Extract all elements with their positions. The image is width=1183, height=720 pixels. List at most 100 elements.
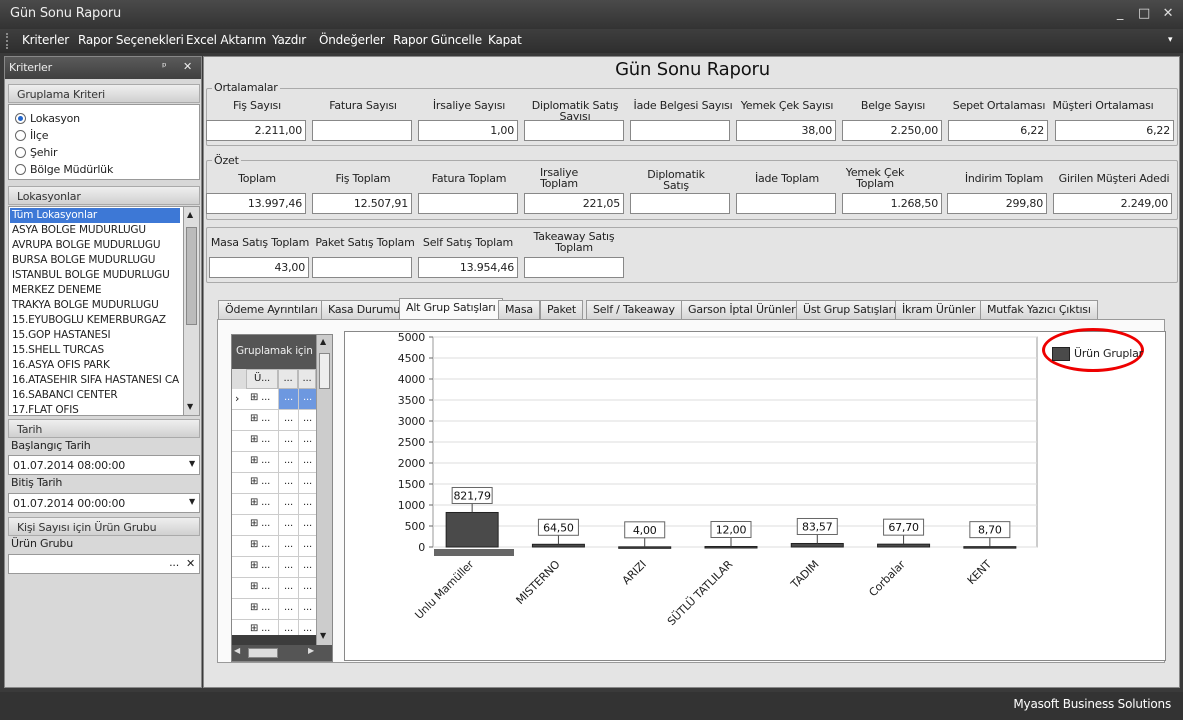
value-field[interactable]: 43,00 [209, 257, 309, 278]
table-cell[interactable]: ... [278, 494, 298, 514]
tab-mutfak-yazici[interactable]: Mutfak Yazıcı Çıktısı [980, 300, 1098, 319]
table-cell[interactable]: ... [278, 389, 298, 409]
table-row[interactable]: ⊞ ......... [232, 620, 316, 635]
value-field[interactable]: 12.507,91 [312, 193, 412, 214]
table-cell[interactable]: ... [298, 620, 316, 635]
menu-ondegerler[interactable]: Öndeğerler [319, 33, 385, 47]
data-grid[interactable]: Gruplamak için l Ü... ... ... › ⊞ .......… [231, 334, 333, 662]
expand-icon[interactable]: ⊞ ... [250, 581, 270, 592]
table-row[interactable]: › ⊞ ......... [232, 389, 316, 410]
table-cell[interactable]: ... [298, 536, 316, 556]
list-item[interactable]: Tüm Lokasyonlar [10, 208, 180, 223]
grid-hscrollbar[interactable]: ◀ ▶ [232, 645, 332, 661]
grid-header-cell[interactable]: ... [298, 369, 316, 389]
close-button[interactable]: ✕ [1159, 5, 1177, 23]
table-cell[interactable]: ... [278, 452, 298, 472]
scroll-thumb[interactable] [248, 648, 278, 658]
expand-icon[interactable]: ⊞ ... [250, 413, 270, 424]
table-cell[interactable]: ... [298, 389, 316, 409]
value-field[interactable]: 1,00 [418, 120, 518, 141]
table-cell[interactable]: ... [278, 578, 298, 598]
list-item[interactable]: 16.ATASEHIR SIFA HASTANESI CA [10, 373, 180, 388]
expand-icon[interactable]: ⊞ ... [250, 518, 270, 529]
list-item[interactable]: BURSA BOLGE MUDURLUGU [10, 253, 180, 268]
minimize-button[interactable]: _ [1111, 5, 1129, 23]
table-cell[interactable]: ... [278, 515, 298, 535]
menu-kapat[interactable]: Kapat [488, 33, 522, 47]
value-field[interactable]: 6,22 [948, 120, 1048, 141]
value-field[interactable] [630, 193, 730, 214]
list-item[interactable]: ISTANBUL BOLGE MUDURLUGU [10, 268, 180, 283]
radio-sehir[interactable]: Şehir [15, 144, 58, 160]
scroll-up-icon[interactable]: ▲ [187, 210, 193, 219]
scroll-down-icon[interactable]: ▼ [320, 631, 326, 640]
expand-icon[interactable]: ⊞ ... [250, 455, 270, 466]
clear-icon[interactable]: ✕ [186, 557, 195, 570]
value-field[interactable]: 1.268,50 [842, 193, 942, 214]
table-row[interactable]: ⊞ ......... [232, 578, 316, 599]
table-row[interactable]: ⊞ ......... [232, 599, 316, 620]
table-cell[interactable]: ... [298, 431, 316, 451]
value-field[interactable]: 2.249,00 [1053, 193, 1172, 214]
table-row[interactable]: ⊞ ......... [232, 452, 316, 473]
grid-vscrollbar[interactable]: ▲ ▼ [316, 335, 332, 645]
value-field[interactable]: 2.211,00 [206, 120, 306, 141]
table-row[interactable]: ⊞ ......... [232, 431, 316, 452]
scroll-left-icon[interactable]: ◀ [234, 646, 240, 655]
table-row[interactable]: ⊞ ......... [232, 515, 316, 536]
ellipsis-button[interactable]: ... [169, 556, 179, 569]
expand-icon[interactable]: ⊞ ... [250, 560, 270, 571]
locations-list[interactable]: Tüm Lokasyonlar ASYA BOLGE MUDURLUGU AVR… [8, 206, 200, 416]
value-field[interactable] [418, 193, 518, 214]
pin-icon[interactable]: ᵖ [162, 60, 167, 73]
table-cell[interactable]: ... [298, 452, 316, 472]
list-item[interactable]: AVRUPA BOLGE MUDURLUGU [10, 238, 180, 253]
radio-bolge[interactable]: Bölge Müdürlük [15, 161, 113, 177]
value-field[interactable]: 38,00 [736, 120, 836, 141]
tab-masa[interactable]: Masa [498, 300, 540, 319]
menu-rapor-guncelle[interactable]: Rapor Güncelle [393, 33, 482, 47]
table-cell[interactable]: ... [298, 473, 316, 493]
value-field[interactable]: 221,05 [524, 193, 624, 214]
panel-close-icon[interactable]: ✕ [183, 60, 192, 73]
value-field[interactable] [630, 120, 730, 141]
table-cell[interactable]: ... [298, 410, 316, 430]
tab-kasa-durumu[interactable]: Kasa Durumu [321, 300, 408, 319]
table-cell[interactable]: ... [278, 410, 298, 430]
value-field[interactable] [312, 257, 412, 278]
expand-icon[interactable]: ⊞ ... [250, 434, 270, 445]
value-field[interactable]: 13.997,46 [206, 193, 306, 214]
table-cell[interactable]: ... [278, 536, 298, 556]
table-cell[interactable]: ... [298, 578, 316, 598]
table-cell[interactable]: ... [278, 473, 298, 493]
value-field[interactable]: 2.250,00 [842, 120, 942, 141]
table-row[interactable]: ⊞ ......... [232, 536, 316, 557]
table-cell[interactable]: ... [298, 557, 316, 577]
list-item[interactable]: MERKEZ DENEME [10, 283, 180, 298]
expand-icon[interactable]: ⊞ ... [250, 539, 270, 550]
tab-ust-grup-satislari[interactable]: Üst Grup Satışları [796, 300, 903, 319]
table-cell[interactable]: ... [278, 431, 298, 451]
tab-self-takeaway[interactable]: Self / Takeaway [586, 300, 682, 319]
tab-ikram-urunler[interactable]: İkram Ürünler [895, 300, 983, 319]
table-row[interactable]: ⊞ ......... [232, 410, 316, 431]
menu-kriterler[interactable]: Kriterler [22, 33, 69, 47]
tab-garson-iptal[interactable]: Garson İptal Ürünler [681, 300, 803, 319]
list-item[interactable]: TRAKYA BOLGE MUDURLUGU [10, 298, 180, 313]
value-field[interactable] [312, 120, 412, 141]
table-cell[interactable]: ... [298, 515, 316, 535]
grid-header-cell[interactable]: ... [278, 369, 298, 389]
scroll-right-icon[interactable]: ▶ [308, 646, 314, 655]
tab-paket[interactable]: Paket [540, 300, 583, 319]
table-row[interactable]: ⊞ ......... [232, 557, 316, 578]
end-date-picker[interactable]: 01.07.2014 00:00:00 ▼ [8, 493, 200, 513]
scroll-thumb[interactable] [319, 353, 330, 389]
menu-rapor-secenekleri[interactable]: Rapor Seçenekleri [78, 33, 184, 47]
start-date-picker[interactable]: 01.07.2014 08:00:00 ▼ [8, 455, 200, 475]
table-cell[interactable]: ... [278, 620, 298, 635]
tab-odeme-ayrintilari[interactable]: Ödeme Ayrıntıları [218, 300, 325, 319]
scroll-up-icon[interactable]: ▲ [320, 337, 326, 346]
expand-icon[interactable]: ⊞ ... [250, 476, 270, 487]
list-item[interactable]: 15.EYUBOGLU KEMERBURGAZ [10, 313, 180, 328]
chevron-down-icon[interactable]: ▼ [189, 497, 195, 506]
